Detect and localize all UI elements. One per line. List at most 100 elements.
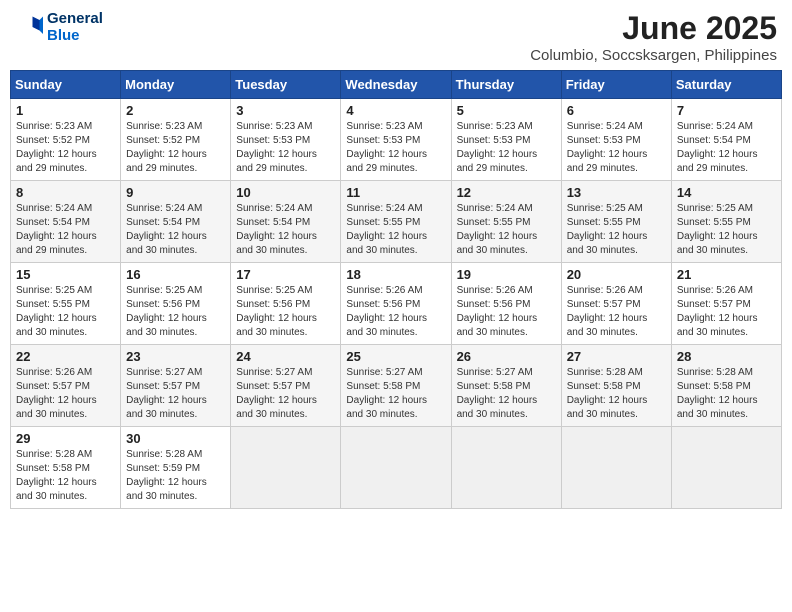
calendar-cell: 4 Sunrise: 5:23 AMSunset: 5:53 PMDaylight… xyxy=(341,99,451,181)
calendar-cell: 13Sunrise: 5:25 AMSunset: 5:55 PMDayligh… xyxy=(561,181,671,263)
calendar-cell: 14 Sunrise: 5:25 AMSunset: 5:55 PMDayligh… xyxy=(671,181,781,263)
day-number: 22 xyxy=(16,349,115,364)
calendar-cell: 7 Sunrise: 5:24 AMSunset: 5:54 PMDaylight… xyxy=(671,99,781,181)
logo-text: General Blue xyxy=(47,10,103,44)
day-number: 10 xyxy=(236,185,335,200)
weekday-header-sunday: Sunday xyxy=(11,71,121,99)
calendar-cell: 24 Sunrise: 5:27 AMSunset: 5:57 PMDayligh… xyxy=(231,345,341,427)
day-number: 8 xyxy=(16,185,115,200)
day-info: Sunrise: 5:24 AMSunset: 5:54 PMDaylight:… xyxy=(677,121,758,174)
day-number: 9 xyxy=(126,185,225,200)
calendar-cell: 6Sunrise: 5:24 AMSunset: 5:53 PMDaylight… xyxy=(561,99,671,181)
day-number: 16 xyxy=(126,267,225,282)
day-info: Sunrise: 5:24 AMSunset: 5:55 PMDaylight:… xyxy=(346,203,427,256)
day-number: 5 xyxy=(457,103,556,118)
day-number: 2 xyxy=(126,103,225,118)
day-info: Sunrise: 5:23 AMSunset: 5:53 PMDaylight:… xyxy=(457,121,538,174)
calendar-cell: 10Sunrise: 5:24 AMSunset: 5:54 PMDayligh… xyxy=(231,181,341,263)
day-info: Sunrise: 5:24 AMSunset: 5:55 PMDaylight:… xyxy=(457,203,538,256)
day-info: Sunrise: 5:23 AMSunset: 5:52 PMDaylight:… xyxy=(126,121,207,174)
calendar-cell: 22 Sunrise: 5:26 AMSunset: 5:57 PMDayligh… xyxy=(11,345,121,427)
generalblue-logo-icon xyxy=(15,13,43,41)
calendar-cell: 8 Sunrise: 5:24 AMSunset: 5:54 PMDaylight… xyxy=(11,181,121,263)
calendar-cell: 21Sunrise: 5:26 AMSunset: 5:57 PMDayligh… xyxy=(671,263,781,345)
calendar-cell: 11 Sunrise: 5:24 AMSunset: 5:55 PMDayligh… xyxy=(341,181,451,263)
calendar-cell: 15 Sunrise: 5:25 AMSunset: 5:55 PMDayligh… xyxy=(11,263,121,345)
day-info: Sunrise: 5:27 AMSunset: 5:57 PMDaylight:… xyxy=(126,367,207,420)
calendar-cell: 25 Sunrise: 5:27 AMSunset: 5:58 PMDayligh… xyxy=(341,345,451,427)
day-number: 4 xyxy=(346,103,445,118)
weekday-header-wednesday: Wednesday xyxy=(341,71,451,99)
day-number: 19 xyxy=(457,267,556,282)
day-number: 12 xyxy=(457,185,556,200)
weekday-header-thursday: Thursday xyxy=(451,71,561,99)
calendar-cell xyxy=(561,427,671,509)
day-info: Sunrise: 5:27 AMSunset: 5:57 PMDaylight:… xyxy=(236,367,317,420)
day-number: 15 xyxy=(16,267,115,282)
day-number: 18 xyxy=(346,267,445,282)
calendar-cell: 23 Sunrise: 5:27 AMSunset: 5:57 PMDayligh… xyxy=(121,345,231,427)
calendar-row-1: 8 Sunrise: 5:24 AMSunset: 5:54 PMDaylight… xyxy=(11,181,782,263)
calendar-cell: 16 Sunrise: 5:25 AMSunset: 5:56 PMDayligh… xyxy=(121,263,231,345)
day-info: Sunrise: 5:23 AMSunset: 5:53 PMDaylight:… xyxy=(346,121,427,174)
day-info: Sunrise: 5:27 AMSunset: 5:58 PMDaylight:… xyxy=(346,367,427,420)
calendar-cell: 19 Sunrise: 5:26 AMSunset: 5:56 PMDayligh… xyxy=(451,263,561,345)
day-info: Sunrise: 5:26 AMSunset: 5:56 PMDaylight:… xyxy=(457,285,538,338)
calendar-row-2: 15 Sunrise: 5:25 AMSunset: 5:55 PMDayligh… xyxy=(11,263,782,345)
calendar-cell: 18Sunrise: 5:26 AMSunset: 5:56 PMDayligh… xyxy=(341,263,451,345)
day-info: Sunrise: 5:23 AMSunset: 5:53 PMDaylight:… xyxy=(236,121,317,174)
day-info: Sunrise: 5:25 AMSunset: 5:55 PMDaylight:… xyxy=(677,203,758,256)
page-subtitle: Columbio, Soccsksargen, Philippines xyxy=(530,47,777,64)
day-number: 27 xyxy=(567,349,666,364)
calendar-cell: 27 Sunrise: 5:28 AMSunset: 5:58 PMDayligh… xyxy=(561,345,671,427)
calendar-cell xyxy=(341,427,451,509)
day-info: Sunrise: 5:23 AMSunset: 5:52 PMDaylight:… xyxy=(16,121,97,174)
day-info: Sunrise: 5:25 AMSunset: 5:56 PMDaylight:… xyxy=(126,285,207,338)
day-info: Sunrise: 5:25 AMSunset: 5:55 PMDaylight:… xyxy=(567,203,648,256)
day-info: Sunrise: 5:28 AMSunset: 5:58 PMDaylight:… xyxy=(16,449,97,502)
day-number: 23 xyxy=(126,349,225,364)
day-number: 11 xyxy=(346,185,445,200)
day-number: 7 xyxy=(677,103,776,118)
day-info: Sunrise: 5:24 AMSunset: 5:53 PMDaylight:… xyxy=(567,121,648,174)
calendar-cell: 5 Sunrise: 5:23 AMSunset: 5:53 PMDaylight… xyxy=(451,99,561,181)
calendar-cell: 17 Sunrise: 5:25 AMSunset: 5:56 PMDayligh… xyxy=(231,263,341,345)
calendar-cell: 26 Sunrise: 5:27 AMSunset: 5:58 PMDayligh… xyxy=(451,345,561,427)
day-info: Sunrise: 5:28 AMSunset: 5:59 PMDaylight:… xyxy=(126,449,207,502)
calendar-row-3: 22 Sunrise: 5:26 AMSunset: 5:57 PMDayligh… xyxy=(11,345,782,427)
day-number: 24 xyxy=(236,349,335,364)
day-number: 17 xyxy=(236,267,335,282)
day-number: 20 xyxy=(567,267,666,282)
day-number: 1 xyxy=(16,103,115,118)
day-number: 25 xyxy=(346,349,445,364)
calendar-cell: 28 Sunrise: 5:28 AMSunset: 5:58 PMDayligh… xyxy=(671,345,781,427)
weekday-header-row: SundayMondayTuesdayWednesdayThursdayFrid… xyxy=(11,71,782,99)
calendar-cell: 30Sunrise: 5:28 AMSunset: 5:59 PMDayligh… xyxy=(121,427,231,509)
calendar-cell: 12 Sunrise: 5:24 AMSunset: 5:55 PMDayligh… xyxy=(451,181,561,263)
calendar-cell xyxy=(231,427,341,509)
calendar-row-0: 1 Sunrise: 5:23 AMSunset: 5:52 PMDaylight… xyxy=(11,99,782,181)
day-number: 26 xyxy=(457,349,556,364)
day-info: Sunrise: 5:24 AMSunset: 5:54 PMDaylight:… xyxy=(126,203,207,256)
calendar-row-4: 29Sunrise: 5:28 AMSunset: 5:58 PMDayligh… xyxy=(11,427,782,509)
calendar-cell: 9 Sunrise: 5:24 AMSunset: 5:54 PMDaylight… xyxy=(121,181,231,263)
day-info: Sunrise: 5:28 AMSunset: 5:58 PMDaylight:… xyxy=(567,367,648,420)
day-info: Sunrise: 5:25 AMSunset: 5:55 PMDaylight:… xyxy=(16,285,97,338)
day-info: Sunrise: 5:26 AMSunset: 5:57 PMDaylight:… xyxy=(567,285,648,338)
calendar-cell xyxy=(451,427,561,509)
calendar-cell: 2 Sunrise: 5:23 AMSunset: 5:52 PMDaylight… xyxy=(121,99,231,181)
calendar-cell: 1 Sunrise: 5:23 AMSunset: 5:52 PMDaylight… xyxy=(11,99,121,181)
calendar-cell: 20 Sunrise: 5:26 AMSunset: 5:57 PMDayligh… xyxy=(561,263,671,345)
day-number: 28 xyxy=(677,349,776,364)
weekday-header-friday: Friday xyxy=(561,71,671,99)
day-info: Sunrise: 5:25 AMSunset: 5:56 PMDaylight:… xyxy=(236,285,317,338)
page-header: General Blue June 2025 Columbio, Soccsks… xyxy=(10,10,782,64)
weekday-header-monday: Monday xyxy=(121,71,231,99)
day-info: Sunrise: 5:27 AMSunset: 5:58 PMDaylight:… xyxy=(457,367,538,420)
day-info: Sunrise: 5:26 AMSunset: 5:57 PMDaylight:… xyxy=(677,285,758,338)
day-number: 14 xyxy=(677,185,776,200)
page-title: June 2025 xyxy=(530,10,777,47)
day-info: Sunrise: 5:28 AMSunset: 5:58 PMDaylight:… xyxy=(677,367,758,420)
day-info: Sunrise: 5:26 AMSunset: 5:57 PMDaylight:… xyxy=(16,367,97,420)
day-info: Sunrise: 5:24 AMSunset: 5:54 PMDaylight:… xyxy=(16,203,97,256)
